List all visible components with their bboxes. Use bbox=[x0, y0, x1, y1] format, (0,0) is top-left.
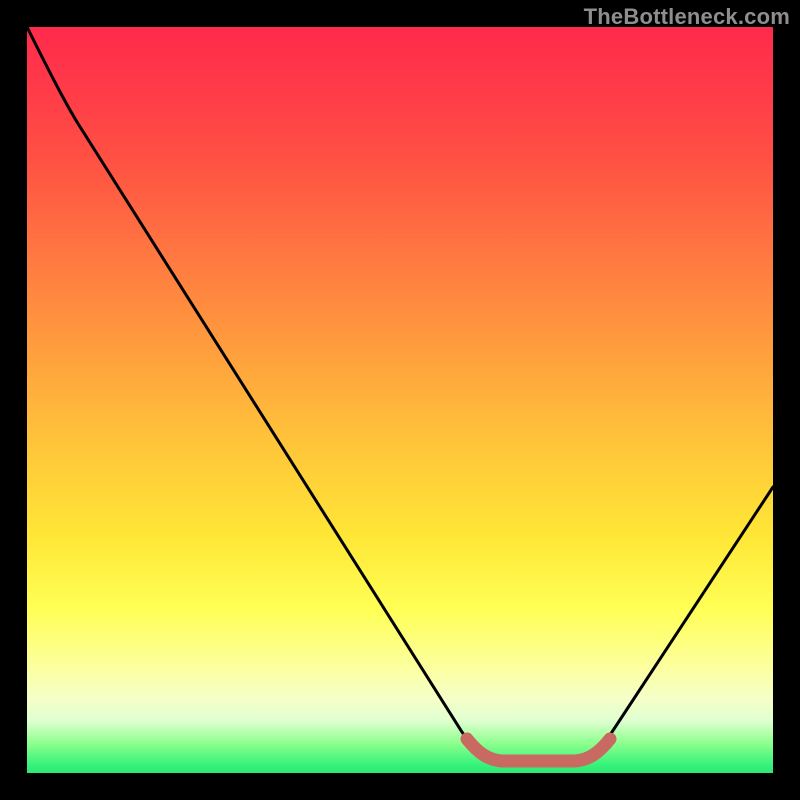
watermark: TheBottleneck.com bbox=[584, 4, 790, 30]
chart-container: TheBottleneck.com bbox=[0, 0, 800, 800]
plot-area bbox=[27, 27, 773, 773]
flat-segment-highlight bbox=[467, 739, 610, 761]
curve-svg bbox=[27, 27, 773, 773]
bottleneck-curve bbox=[27, 27, 773, 759]
